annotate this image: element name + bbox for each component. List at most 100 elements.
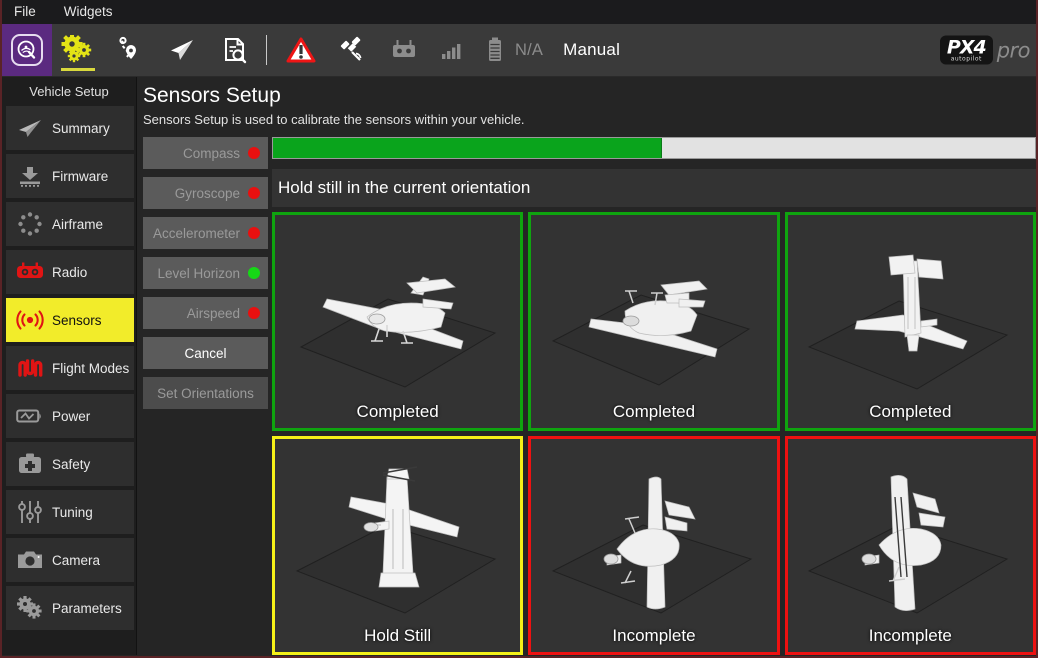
main-toolbar: N/A Manual PX4 autopilot pro	[2, 24, 1036, 77]
compass-status-dot	[248, 147, 260, 159]
aircraft-nose-down-icon	[795, 237, 1025, 407]
power-battery-icon	[15, 401, 45, 431]
sidebar-item-flight-modes[interactable]: Flight Modes	[6, 346, 134, 390]
px4-logo-icon: PX4 autopilot	[940, 36, 993, 65]
button-label: Level Horizon	[157, 266, 240, 281]
orientation-card-tail-down[interactable]: Hold Still	[272, 436, 523, 655]
button-label: Airspeed	[187, 306, 240, 321]
sidebar-item-tuning[interactable]: Tuning	[6, 490, 134, 534]
calibrate-level-horizon-button[interactable]: Level Horizon	[143, 257, 268, 289]
warning-triangle-icon	[286, 36, 316, 64]
airspeed-status-dot	[248, 307, 260, 319]
qgroundcontrol-logo-icon	[11, 34, 43, 66]
camera-icon	[15, 545, 45, 575]
sidebar-label: Sensors	[52, 313, 102, 328]
aircraft-tail-down-icon	[283, 461, 513, 631]
sidebar-item-power[interactable]: Power	[6, 394, 134, 438]
plan-waypoints-icon	[114, 35, 146, 65]
sidebar-item-camera[interactable]: Camera	[6, 538, 134, 582]
safety-kit-icon	[15, 449, 45, 479]
sidebar-item-safety[interactable]: Safety	[6, 442, 134, 486]
card-caption: Incomplete	[869, 626, 952, 652]
sidebar-item-summary[interactable]: Summary	[6, 106, 134, 150]
sidebar-item-firmware[interactable]: Firmware	[6, 154, 134, 198]
rc-transmitter-icon	[390, 39, 418, 61]
sidebar-label: Radio	[52, 265, 87, 280]
orientation-card-nose-down[interactable]: Completed	[785, 212, 1036, 431]
level-horizon-status-dot	[248, 267, 260, 279]
card-caption: Hold Still	[364, 626, 431, 652]
menu-widgets[interactable]: Widgets	[62, 3, 125, 21]
qgroundcontrol-logo-button[interactable]	[2, 24, 52, 76]
set-orientations-button[interactable]: Set Orientations	[143, 377, 268, 409]
vehicle-setup-sidebar: Vehicle Setup Summary	[2, 77, 137, 655]
button-label: Set Orientations	[157, 386, 254, 401]
warning-indicator[interactable]	[275, 24, 327, 76]
toolbar-plan-button[interactable]	[104, 24, 156, 76]
aircraft-level-icon	[283, 237, 513, 407]
sidebar-item-radio[interactable]: Radio	[6, 250, 134, 294]
sidebar-label: Camera	[52, 553, 100, 568]
orientation-card-upside-down[interactable]: Completed	[528, 212, 779, 431]
flight-modes-icon	[15, 353, 45, 383]
calibrate-gyroscope-button[interactable]: Gyroscope	[143, 177, 268, 209]
orientation-card-left-side[interactable]: Incomplete	[528, 436, 779, 655]
sensors-setup-page: Sensors Setup Sensors Setup is used to c…	[137, 77, 1036, 655]
aircraft-upside-down-icon	[539, 237, 769, 407]
gps-indicator[interactable]	[327, 24, 379, 76]
sidebar-label: Firmware	[52, 169, 108, 184]
aircraft-scene	[531, 215, 776, 428]
toolbar-status-group: N/A Manual	[275, 24, 620, 76]
sidebar-label: Power	[52, 409, 90, 424]
analyze-log-icon	[218, 35, 250, 65]
toolbar-fly-button[interactable]	[156, 24, 208, 76]
sensors-waves-icon	[15, 305, 45, 335]
sidebar-title: Vehicle Setup	[2, 80, 136, 106]
sidebar-item-sensors[interactable]: Sensors	[6, 298, 134, 342]
paper-plane-icon	[15, 113, 45, 143]
sidebar-item-parameters[interactable]: Parameters	[6, 586, 134, 630]
satellite-icon	[338, 36, 368, 64]
card-caption: Incomplete	[612, 626, 695, 652]
calibration-button-column: Compass Gyroscope Accelerometer Level Ho…	[143, 137, 268, 655]
airframe-dots-icon	[15, 209, 45, 239]
calibration-instruction: Hold still in the current orientation	[272, 169, 1036, 207]
flight-mode-label[interactable]: Manual	[557, 40, 620, 60]
signal-indicator[interactable]	[429, 24, 475, 76]
aircraft-scene	[275, 215, 520, 428]
setup-panes: Compass Gyroscope Accelerometer Level Ho…	[143, 137, 1036, 655]
card-caption: Completed	[869, 402, 951, 428]
cancel-button[interactable]: Cancel	[143, 337, 268, 369]
px4-brand: PX4 autopilot pro	[940, 36, 1030, 65]
button-label: Gyroscope	[175, 186, 240, 201]
sidebar-label: Airframe	[52, 217, 103, 232]
battery-indicator[interactable]	[475, 24, 515, 76]
fly-paperplane-icon	[166, 35, 198, 65]
sidebar-label: Tuning	[52, 505, 93, 520]
calibrate-accelerometer-button[interactable]: Accelerometer	[143, 217, 268, 249]
calibrate-airspeed-button[interactable]: Airspeed	[143, 297, 268, 329]
toolbar-divider	[266, 35, 267, 65]
aircraft-right-side-icon	[795, 461, 1025, 631]
qgroundcontrol-window: File Widgets	[0, 0, 1038, 658]
menu-bar: File Widgets	[2, 0, 1036, 24]
aircraft-scene	[275, 439, 520, 652]
sidebar-item-airframe[interactable]: Airframe	[6, 202, 134, 246]
orientation-card-right-side[interactable]: Incomplete	[785, 436, 1036, 655]
button-label: Cancel	[184, 346, 226, 361]
orientation-card-level[interactable]: Completed	[272, 212, 523, 431]
aircraft-scene	[531, 439, 776, 652]
menu-file[interactable]: File	[12, 3, 48, 21]
toolbar-analyze-button[interactable]	[208, 24, 260, 76]
calibrate-compass-button[interactable]: Compass	[143, 137, 268, 169]
sidebar-label: Parameters	[52, 601, 122, 616]
rc-indicator[interactable]	[379, 24, 429, 76]
sidebar-label: Summary	[52, 121, 110, 136]
button-label: Compass	[183, 146, 240, 161]
calibration-pane: Hold still in the current orientation	[268, 137, 1036, 655]
toolbar-vehicle-setup-button[interactable]	[52, 24, 104, 76]
page-subtitle: Sensors Setup is used to calibrate the s…	[143, 112, 1036, 137]
body-area: Vehicle Setup Summary	[2, 77, 1036, 655]
sidebar-label: Flight Modes	[52, 361, 129, 376]
px4-logo-subtext: autopilot	[951, 57, 982, 63]
